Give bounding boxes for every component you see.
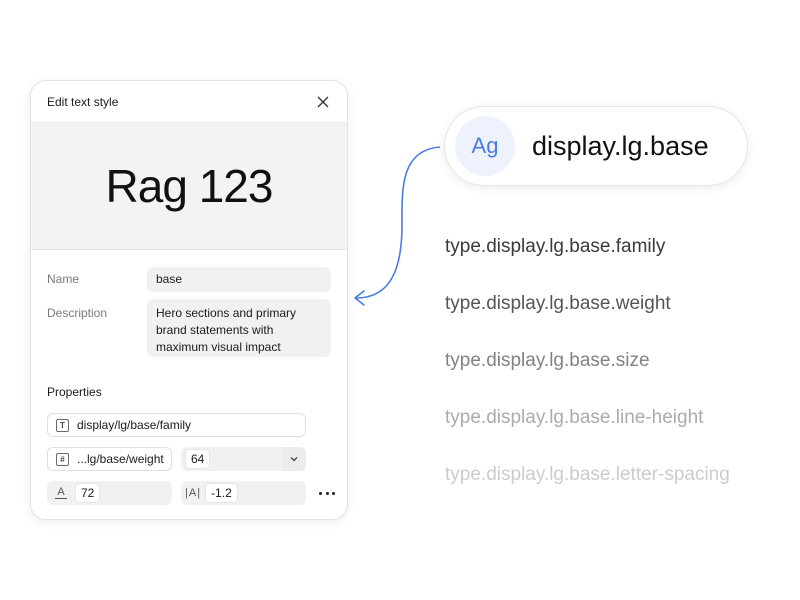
text-style-name: display.lg.base [532,130,709,161]
text-token-icon: T [56,418,69,432]
edit-text-style-dialog: Edit text style Rag 123 Name base Descri… [30,80,348,520]
description-row: Description Hero sections and primary br… [47,299,331,357]
name-row: Name base [47,267,331,292]
name-input[interactable]: base [147,267,331,292]
letter-spacing-field[interactable]: |A| -1.2 [181,481,306,505]
text-style-icon: Ag [455,116,515,176]
description-label: Description [47,306,108,320]
properties-heading: Properties [47,385,102,399]
more-options-icon[interactable] [319,486,335,500]
name-label: Name [47,272,80,286]
text-style-preview: Rag 123 [31,123,347,250]
font-weight-value: 64 [185,449,211,469]
dialog-title: Edit text style [47,94,119,109]
letter-spacing-icon: |A| [185,487,202,499]
token-family: type.display.lg.base.family [445,236,666,257]
font-size-value: 72 [75,483,101,503]
font-family-token: display/lg/base/family [77,418,192,432]
description-input[interactable]: Hero sections and primary brand statemen… [147,299,331,357]
font-family-field[interactable]: T display/lg/base/family [47,413,306,437]
connector-arrow-icon [354,146,441,306]
font-size-icon: A [55,487,67,499]
letter-spacing-value: -1.2 [205,483,238,503]
close-icon[interactable] [315,94,331,110]
preview-text: Rag 123 [105,160,274,212]
hash-icon: # [56,452,69,466]
token-weight: type.display.lg.base.weight [445,293,671,314]
dialog-header: Edit text style [31,81,347,123]
token-letter-spacing: type.display.lg.base.letter-spacing [445,464,730,485]
token-size: type.display.lg.base.size [445,350,650,371]
font-weight-field[interactable]: # ...lg/base/weight [47,447,172,471]
font-size-field[interactable]: A 72 [47,481,172,505]
token-line-height: type.display.lg.base.line-height [445,407,704,428]
font-weight-token: ...lg/base/weight [77,452,164,466]
chevron-down-icon[interactable] [282,447,306,471]
font-weight-select[interactable]: 64 [181,447,306,471]
text-style-pill[interactable]: Ag display.lg.base [444,106,748,186]
